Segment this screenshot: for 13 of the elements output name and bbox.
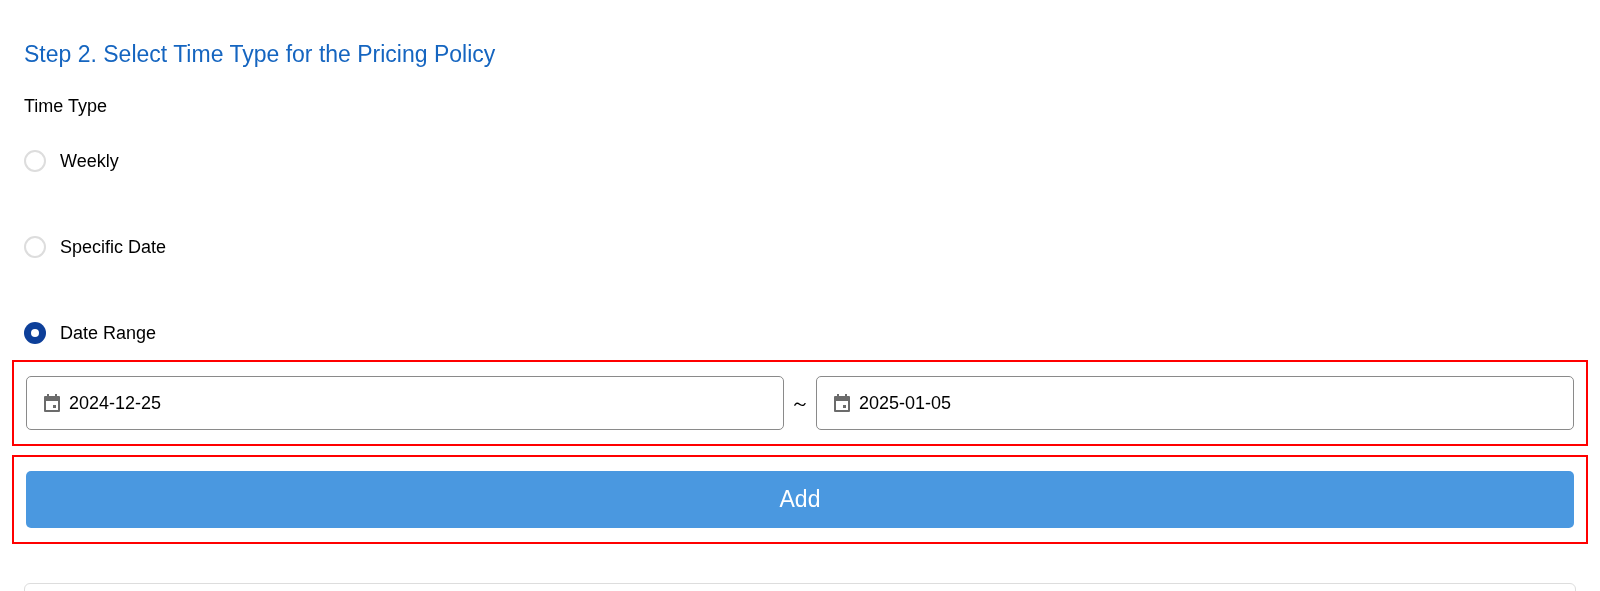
range-separator: ～: [790, 391, 810, 416]
radio-label[interactable]: Date Range: [60, 322, 157, 344]
calendar-icon: [43, 393, 61, 413]
section-heading: Step 2. Select Time Type for the Pricing Policy: [24, 40, 496, 68]
date-field[interactable]: 2025-01-05: [816, 376, 1574, 430]
radio-button[interactable]: [24, 322, 46, 344]
radio-button[interactable]: [24, 150, 46, 172]
radio-label[interactable]: Weekly: [60, 150, 119, 172]
calendar-icon: [833, 393, 851, 413]
radio-button[interactable]: [24, 236, 46, 258]
field-label: Time Type: [24, 95, 108, 117]
radio-label[interactable]: Specific Date: [60, 236, 167, 258]
date-field[interactable]: 2024-12-25: [26, 376, 784, 430]
